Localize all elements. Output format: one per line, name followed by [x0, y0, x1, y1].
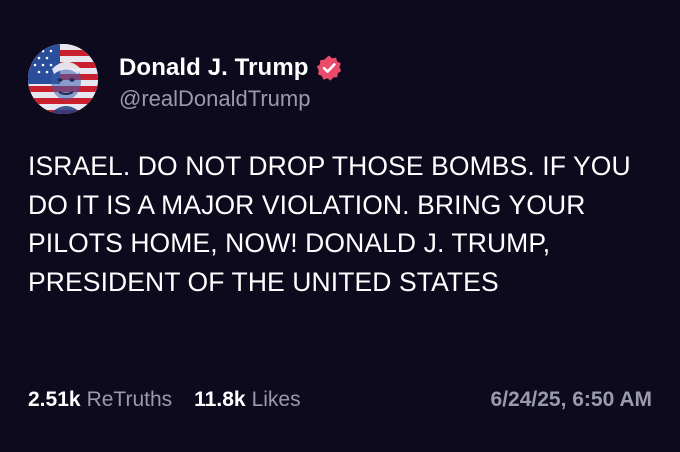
post-card: Donald J. Trump @realDonaldTrump ISRAEL.…: [0, 0, 680, 452]
likes-count[interactable]: 11.8k: [194, 388, 245, 412]
likes-label[interactable]: Likes: [252, 388, 301, 412]
author-name-row: Donald J. Trump: [119, 51, 343, 85]
retruths-label[interactable]: ReTruths: [87, 388, 173, 412]
author-avatar[interactable]: [28, 44, 98, 114]
author-handle[interactable]: @realDonaldTrump: [119, 86, 310, 112]
author-display-name[interactable]: Donald J. Trump: [119, 54, 309, 82]
retruths-count[interactable]: 2.51k: [28, 388, 81, 412]
post-stats: 2.51k ReTruths 11.8k Likes: [28, 388, 301, 412]
flag-portrait-icon: [28, 44, 98, 114]
post-timestamp[interactable]: 6/24/25, 6:50 AM: [491, 388, 652, 412]
post-body-text: ISRAEL. DO NOT DROP THOSE BOMBS. IF YOU …: [28, 151, 631, 297]
verified-badge-icon: [315, 54, 343, 82]
